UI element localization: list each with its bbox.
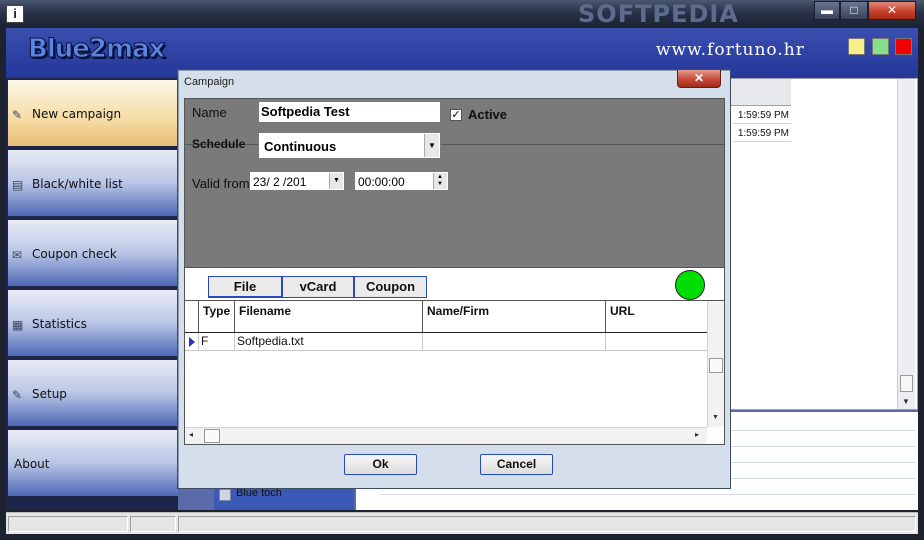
status-panel [178, 516, 916, 532]
files-grid[interactable]: Type Filename Name/Firm URL F Softpedia.… [184, 300, 725, 445]
column-header-type[interactable]: Type [199, 301, 235, 332]
sidebar-item-coupon-check[interactable]: ✉ Coupon check [8, 220, 178, 288]
sidebar-item-new-campaign[interactable]: ✎ New campaign [8, 80, 178, 148]
cell-name-firm[interactable] [423, 333, 606, 350]
column-header-filename[interactable]: Filename [235, 301, 423, 332]
tab-vcard[interactable]: vCard [282, 276, 354, 298]
dialog-close-button[interactable]: ✕ [677, 70, 721, 88]
dialog-title: Campaign [184, 76, 235, 88]
window-title-bar: i SOFTPEDIA ▬ □ ✕ [0, 0, 924, 28]
sidebar: ✎ New campaign ▤ Black/white list ✉ Coup… [6, 78, 178, 510]
table-row[interactable]: F Softpedia.txt [185, 333, 707, 351]
sidebar-item-setup[interactable]: ✎ Setup [8, 360, 178, 428]
cancel-button[interactable]: Cancel [480, 454, 553, 475]
time-spinner[interactable]: ▲ ▼ [433, 173, 447, 189]
valid-from-label: Valid from [192, 176, 250, 191]
status-bar [6, 512, 918, 534]
status-panel [8, 516, 128, 532]
scroll-down-icon[interactable]: ▼ [902, 397, 910, 406]
sidebar-item-label: Statistics [32, 317, 87, 331]
campaign-time-cell: 1:59:59 PM [733, 107, 791, 124]
valid-from-date-picker[interactable]: 23/ 2 /201 ▼ [249, 171, 345, 191]
schedule-label: Schedule [192, 137, 246, 151]
files-grid-header: Type Filename Name/Firm URL [185, 301, 707, 333]
scroll-left-icon[interactable]: ◂ [189, 430, 193, 439]
valid-from-time-input[interactable]: 00:00:00 ▲ ▼ [354, 171, 449, 191]
chevron-down-icon[interactable]: ▼ [329, 173, 343, 189]
column-header-name-firm[interactable]: Name/Firm [423, 301, 606, 332]
schedule-value: Continuous [264, 139, 337, 154]
date-value: 23/ 2 /201 [253, 175, 307, 189]
close-window-button[interactable]: ✕ [868, 1, 916, 20]
maximize-button[interactable]: □ [840, 1, 868, 20]
campaign-dialog: Campaign ✕ Name Softpedia Test ✓ Active … [177, 69, 731, 489]
schedule-select[interactable]: Continuous ▼ [258, 132, 441, 159]
scroll-down-icon[interactable]: ▼ [712, 414, 719, 421]
scrollbar-thumb[interactable] [204, 429, 220, 443]
row-selector-header [185, 301, 199, 332]
status-panel [130, 516, 176, 532]
time-value: 00:00:00 [358, 175, 405, 189]
cell-url[interactable] [606, 333, 707, 350]
row-indicator [185, 333, 199, 350]
spin-down-icon[interactable]: ▼ [437, 181, 443, 188]
scroll-right-icon[interactable]: ▸ [695, 430, 699, 439]
campaign-time-cell: 1:59:59 PM [733, 125, 791, 142]
campaign-list-scrollbar[interactable]: ▼ [897, 79, 915, 409]
title-watermark: SOFTPEDIA [578, 0, 739, 28]
color-swatch-red[interactable] [895, 38, 912, 55]
tab-file[interactable]: File [208, 276, 282, 298]
phone-list-icon: ▤ [12, 178, 24, 192]
ok-button[interactable]: Ok [344, 454, 417, 475]
sidebar-item-label: Black/white list [32, 177, 123, 191]
scrollbar-thumb[interactable] [900, 375, 913, 392]
status-indicator [675, 270, 705, 300]
app-logo: Blue2max [27, 34, 165, 65]
cell-type[interactable]: F [199, 333, 235, 350]
scrollbar-thumb[interactable] [709, 358, 723, 373]
current-row-icon [189, 337, 195, 347]
minimize-button[interactable]: ▬ [814, 1, 840, 20]
campaign-name-input[interactable]: Softpedia Test [258, 101, 441, 123]
files-grid-vertical-scrollbar[interactable]: ▼ [707, 301, 724, 427]
new-campaign-icon: ✎ [12, 108, 23, 122]
divider [380, 494, 916, 495]
setup-icon: ✎ [12, 388, 23, 402]
column-header-url[interactable]: URL [606, 301, 707, 332]
sidebar-item-label: About [14, 457, 50, 471]
active-label: Active [468, 107, 508, 122]
sidebar-item-black-white-list[interactable]: ▤ Black/white list [8, 150, 178, 218]
sidebar-item-statistics[interactable]: ▦ Statistics [8, 290, 178, 358]
sidebar-item-about[interactable]: About [8, 430, 178, 498]
sidebar-item-label: Setup [32, 387, 67, 401]
website-url: www.fortuno.hr [656, 40, 805, 60]
chevron-down-icon[interactable]: ▼ [424, 134, 439, 157]
files-grid-horizontal-scrollbar[interactable]: ◂ ▸ [185, 427, 707, 444]
color-swatch-yellow[interactable] [848, 38, 865, 55]
statistics-icon: ▦ [12, 318, 24, 332]
app-icon[interactable]: i [6, 5, 24, 23]
blue-touch-checkbox[interactable] [219, 489, 231, 501]
cell-filename[interactable]: Softpedia.txt [235, 333, 423, 350]
name-label: Name [192, 105, 227, 120]
coupon-icon: ✉ [12, 248, 23, 262]
sidebar-item-label: New campaign [32, 107, 122, 121]
spin-up-icon[interactable]: ▲ [437, 174, 443, 181]
attachment-tabs-bar: File vCard Coupon [184, 268, 725, 300]
color-swatch-green[interactable] [872, 38, 889, 55]
sidebar-item-label: Coupon check [32, 247, 117, 261]
tab-coupon[interactable]: Coupon [354, 276, 427, 298]
active-checkbox[interactable]: ✓ [450, 109, 462, 121]
